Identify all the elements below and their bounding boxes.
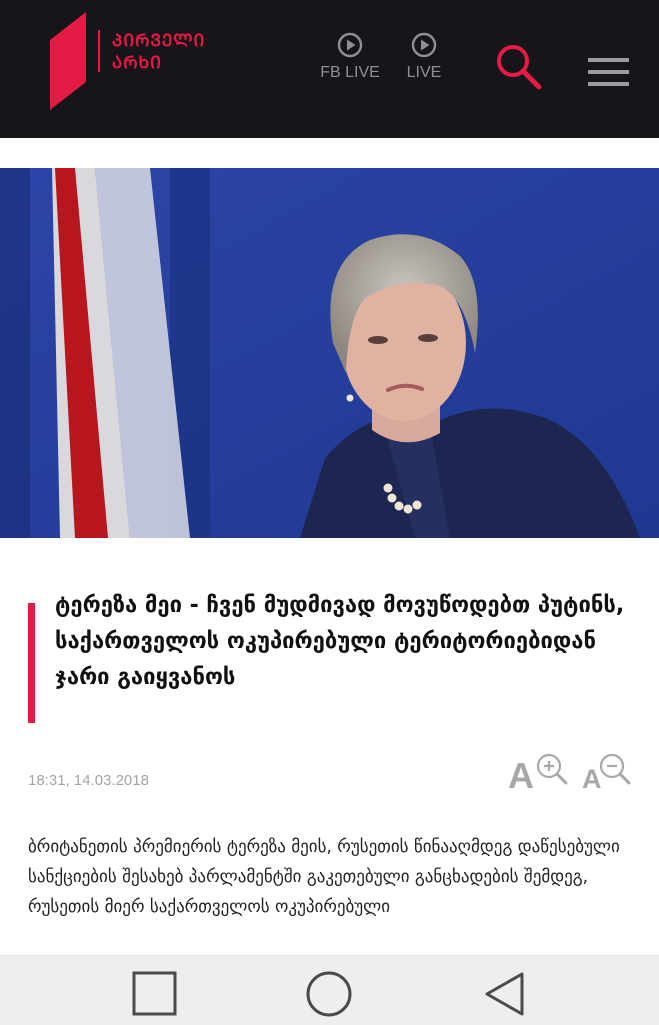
live-button[interactable]: LIVE <box>384 32 464 82</box>
logo-divider <box>98 30 100 72</box>
article-headline: ტერეზა მეი - ჩვენ მუდმივად მოვუწოდებთ პუ… <box>55 593 625 690</box>
system-nav-bar <box>0 955 659 1025</box>
logo-line-2: ᲐᲠᲮᲘ <box>112 53 162 73</box>
hero-image <box>0 168 659 538</box>
svg-text:A: A <box>508 755 534 792</box>
logo-line-1: ᲞᲘᲠᲕᲔᲚᲘ <box>112 31 206 51</box>
channel-logo-icon[interactable] <box>50 12 90 110</box>
circle-icon[interactable] <box>305 970 353 1018</box>
play-circle-icon <box>337 32 363 58</box>
fb-live-button[interactable]: FB LIVE <box>310 32 390 82</box>
search-icon[interactable] <box>494 42 544 92</box>
svg-text:A: A <box>582 764 602 792</box>
play-circle-icon <box>411 32 437 58</box>
fb-live-label: FB LIVE <box>320 64 380 81</box>
article-body: ბრიტანეთის პრემიერის ტერეზა მეის, რუსეთი… <box>28 837 620 917</box>
triangle-back-icon[interactable] <box>482 970 530 1018</box>
top-header: ᲞᲘᲠᲕᲔᲚᲘ ᲐᲠᲮᲘ FB LIVE LIVE <box>0 0 659 138</box>
hamburger-menu-icon[interactable] <box>588 58 629 94</box>
article-datetime: 18:31, 14.03.2018 <box>28 772 149 789</box>
headline-accent-bar <box>28 603 35 723</box>
logo-wordmark[interactable]: ᲞᲘᲠᲕᲔᲚᲘ ᲐᲠᲮᲘ <box>112 30 205 74</box>
live-label: LIVE <box>406 64 442 81</box>
square-icon[interactable] <box>131 970 179 1018</box>
text-zoom-out-icon[interactable]: A <box>580 752 634 792</box>
text-zoom-in-icon[interactable]: A <box>508 752 570 792</box>
